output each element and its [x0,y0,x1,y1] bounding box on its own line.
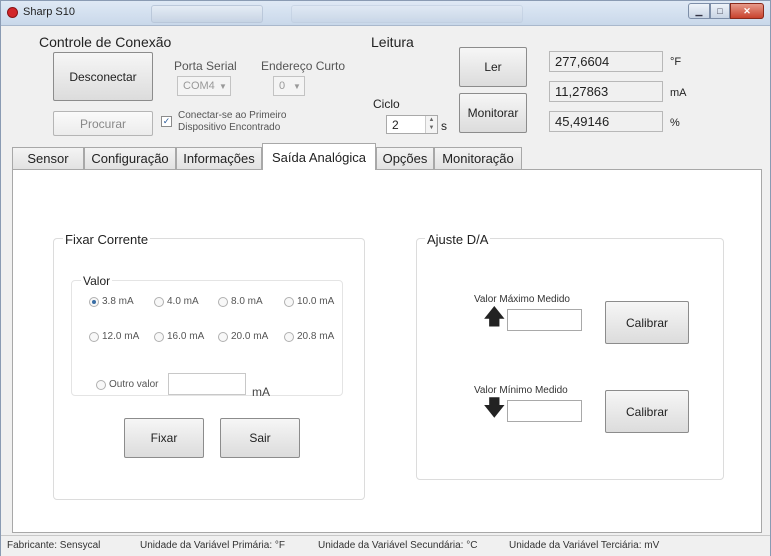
serial-port-value: COM4 [183,80,215,92]
serial-port-label: Porta Serial [174,59,237,73]
auto-connect-label: Conectar-se ao Primeiro [178,110,287,121]
da-adjust-group [416,238,724,480]
tab-monitoracao[interactable]: Monitoração [434,147,522,169]
min-value-input[interactable] [507,400,582,422]
option-label: 12.0 mA [102,331,140,342]
window-title: Sharp S10 [23,6,75,18]
option-label: 16.0 mA [167,331,205,342]
max-value-input[interactable] [507,309,582,331]
auto-connect-checkbox[interactable]: ✓ [161,116,172,127]
app-window: Sharp S10 ▁ □ ✕ Controle de Conexão Desc… [0,0,771,556]
close-button[interactable]: ✕ [730,3,764,19]
radio-button[interactable] [218,332,228,342]
option-label: 3.8 mA [102,296,134,307]
secondary-value-field: 11,27863 [549,81,663,102]
calibrate-max-button[interactable]: Calibrar [605,301,689,344]
status-secondary-unit: Unidade da Variável Secundária: °C [318,540,478,551]
da-adjust-title: Ajuste D/A [425,232,491,247]
status-primary-unit: Unidade da Variável Primária: °F [140,540,285,551]
maximize-button[interactable]: □ [710,3,730,19]
minimize-button[interactable]: ▁ [688,3,710,19]
chevron-down-icon: ▼ [219,81,227,91]
tertiary-unit: % [670,117,680,129]
other-value-input[interactable] [168,373,246,395]
app-icon [7,7,18,18]
fix-button[interactable]: Fixar [124,418,204,458]
option-label: 20.8 mA [297,331,335,342]
primary-unit: °F [670,56,682,68]
read-button[interactable]: Ler [459,47,527,87]
reading-group-title: Leitura [371,34,414,50]
cycle-label: Ciclo [373,97,400,111]
radio-button[interactable] [154,297,164,307]
option-label: 20.0 mA [231,331,269,342]
radio-button[interactable] [96,380,106,390]
status-bar: Fabricante: Sensycal Unidade da Variável… [1,535,770,556]
tertiary-value: 45,49146 [555,114,610,129]
cycle-stepper[interactable]: 2 ▲ ▼ [386,115,438,134]
other-value-label: Outro valor [109,379,159,390]
background-taskbar-item [151,5,263,23]
tertiary-value-field: 45,49146 [549,111,663,132]
arrow-down-icon: 🡇 [483,395,506,420]
tab-configuracao[interactable]: Configuração [84,147,176,169]
connection-group-title: Controle de Conexão [39,34,172,50]
radio-button[interactable] [154,332,164,342]
short-address-value: 0 [279,80,286,92]
background-taskbar-item [291,5,523,23]
secondary-value: 11,27863 [555,84,609,99]
secondary-unit: mA [670,87,687,99]
tab-sensor[interactable]: Sensor [12,147,84,169]
tab-opcoes[interactable]: Opções [376,147,434,169]
window-controls: ▁ □ ✕ [688,3,764,21]
tab-saida-analogica[interactable]: Saída Analógica [262,143,376,170]
short-address-label: Endereço Curto [261,59,346,73]
search-button[interactable]: Procurar [53,111,153,136]
radio-button[interactable] [284,332,294,342]
title-bar: Sharp S10 ▁ □ ✕ [1,1,770,26]
option-label: 4.0 mA [167,296,199,307]
stepper-arrows-icon[interactable]: ▲ ▼ [425,116,437,133]
serial-port-select[interactable]: COM4 ▼ [177,76,231,96]
chevron-down-icon: ▼ [293,81,301,91]
short-address-select[interactable]: 0 ▼ [273,76,305,96]
calibrate-min-button[interactable]: Calibrar [605,390,689,433]
cycle-unit: s [441,119,447,133]
arrow-up-icon: 🡅 [483,304,506,329]
tab-panel: Fixar Corrente Valor 3.8 mA 4.0 mA 8.0 m… [12,169,762,533]
fix-current-title: Fixar Corrente [63,232,151,247]
status-manufacturer: Fabricante: Sensycal [7,540,101,551]
primary-value-field: 277,6604 [549,51,663,72]
disconnect-button[interactable]: Desconectar [53,52,153,101]
auto-connect-label-2: Dispositivo Encontrado [178,122,281,133]
radio-button[interactable] [284,297,294,307]
primary-value: 277,6604 [555,54,610,69]
radio-button[interactable] [89,332,99,342]
exit-button[interactable]: Sair [220,418,300,458]
option-label: 8.0 mA [231,296,263,307]
monitor-button[interactable]: Monitorar [459,93,527,133]
radio-button[interactable] [218,297,228,307]
status-tertiary-unit: Unidade da Variável Terciária: mV [509,540,660,551]
option-label: 10.0 mA [297,296,335,307]
radio-button[interactable] [89,297,99,307]
other-value-unit: mA [252,385,270,399]
value-label: Valor [81,274,113,288]
tab-informacoes[interactable]: Informações [176,147,262,169]
cycle-value: 2 [392,117,399,132]
